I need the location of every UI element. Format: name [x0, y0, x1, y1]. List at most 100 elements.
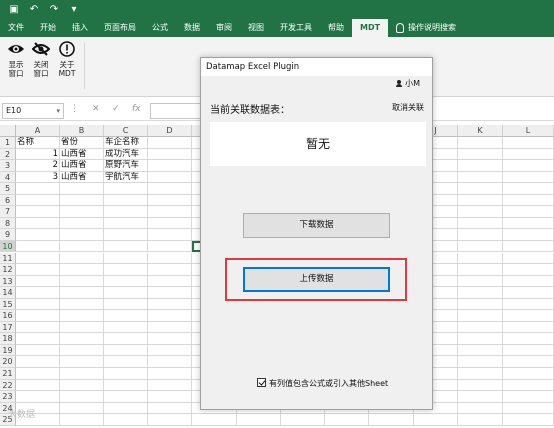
tab-help[interactable]: 帮助 [320, 19, 352, 37]
cell-l13[interactable] [503, 275, 554, 288]
cell-a3[interactable]: 2 [16, 160, 60, 172]
cell-f25[interactable] [237, 414, 281, 426]
cell-l11[interactable] [503, 252, 554, 264]
cell-b25[interactable] [60, 414, 104, 426]
cell-k16[interactable] [458, 310, 503, 322]
cell-l2[interactable] [503, 148, 554, 161]
cell-d4[interactable] [148, 171, 192, 184]
cell-h25[interactable] [325, 414, 369, 426]
cell-b21[interactable] [60, 368, 104, 380]
cell-d3[interactable] [148, 160, 192, 172]
cell-d25[interactable] [148, 414, 192, 426]
tab-view[interactable]: 视图 [240, 19, 272, 37]
cell-a10[interactable] [16, 240, 60, 253]
cell-d19[interactable] [148, 344, 192, 357]
cell-l9[interactable] [503, 229, 554, 241]
cell-c13[interactable] [104, 275, 148, 288]
cell-c6[interactable] [104, 194, 148, 207]
row-header-11[interactable]: 11 [0, 252, 16, 264]
cell-b15[interactable] [60, 298, 104, 311]
cell-k19[interactable] [458, 344, 503, 357]
tab-developer[interactable]: 开发工具 [272, 19, 320, 37]
cell-a13[interactable] [16, 275, 60, 288]
tab-insert[interactable]: 插入 [64, 19, 96, 37]
cell-d6[interactable] [148, 194, 192, 207]
cell-d15[interactable] [148, 298, 192, 311]
cell-a18[interactable] [16, 333, 60, 345]
cell-l5[interactable] [503, 183, 554, 195]
column-header-c[interactable]: C [104, 125, 148, 137]
cell-c5[interactable] [104, 183, 148, 195]
row-header-6[interactable]: 6 [0, 194, 16, 207]
cell-a21[interactable] [16, 368, 60, 380]
row-header-19[interactable]: 19 [0, 344, 16, 357]
cell-k6[interactable] [458, 194, 503, 207]
cell-l4[interactable] [503, 171, 554, 184]
cell-k22[interactable] [458, 379, 503, 392]
cell-c8[interactable] [104, 217, 148, 230]
redo-icon[interactable]: ↷ [46, 3, 62, 17]
cell-b20[interactable] [60, 356, 104, 368]
cell-c21[interactable] [104, 368, 148, 380]
cell-k14[interactable] [458, 287, 503, 299]
cell-c9[interactable] [104, 229, 148, 241]
cell-a15[interactable] [16, 298, 60, 311]
row-header-21[interactable]: 21 [0, 368, 16, 380]
cell-b9[interactable] [60, 229, 104, 241]
cell-c1[interactable]: 车企名称 [104, 137, 148, 149]
cell-k24[interactable] [458, 402, 503, 415]
cell-c25[interactable] [104, 414, 148, 426]
cell-i25[interactable] [369, 414, 414, 426]
cell-d12[interactable] [148, 264, 192, 276]
cell-a20[interactable] [16, 356, 60, 368]
cell-a5[interactable] [16, 183, 60, 195]
cell-d13[interactable] [148, 275, 192, 288]
cell-c22[interactable] [104, 379, 148, 392]
row-header-3[interactable]: 3 [0, 160, 16, 172]
row-header-9[interactable]: 9 [0, 229, 16, 241]
cell-d22[interactable] [148, 379, 192, 392]
user-indicator[interactable]: 小M [396, 78, 420, 89]
cell-b11[interactable] [60, 252, 104, 264]
cell-c19[interactable] [104, 344, 148, 357]
column-header-a[interactable]: A [16, 125, 60, 137]
cell-k5[interactable] [458, 183, 503, 195]
cell-d5[interactable] [148, 183, 192, 195]
cell-a22[interactable] [16, 379, 60, 392]
cell-k18[interactable] [458, 333, 503, 345]
cell-a19[interactable] [16, 344, 60, 357]
cell-l10[interactable] [503, 240, 554, 253]
row-header-14[interactable]: 14 [0, 287, 16, 299]
cell-b8[interactable] [60, 217, 104, 230]
tab-file[interactable]: 文件 [0, 19, 32, 37]
close-window-button[interactable]: 关闭 窗口 [28, 41, 54, 78]
cell-k15[interactable] [458, 298, 503, 311]
cell-k1[interactable] [458, 137, 503, 149]
tab-review[interactable]: 审阅 [208, 19, 240, 37]
cell-k23[interactable] [458, 391, 503, 403]
cell-d2[interactable] [148, 148, 192, 161]
cell-l17[interactable] [503, 321, 554, 334]
cell-c7[interactable] [104, 206, 148, 218]
cell-l14[interactable] [503, 287, 554, 299]
cell-c14[interactable] [104, 287, 148, 299]
cell-c4[interactable]: 宇航汽车 [104, 171, 148, 184]
cell-c2[interactable]: 成功汽车 [104, 148, 148, 161]
cell-k21[interactable] [458, 368, 503, 380]
row-header-4[interactable]: 4 [0, 171, 16, 184]
cell-k4[interactable] [458, 171, 503, 184]
tell-me-search[interactable]: 操作说明搜索 [388, 19, 464, 37]
about-mdt-button[interactable]: 关于 MDT [54, 41, 80, 78]
column-header-b[interactable]: B [60, 125, 104, 137]
row-header-10[interactable]: 10 [0, 240, 16, 253]
cell-l22[interactable] [503, 379, 554, 392]
row-header-12[interactable]: 12 [0, 264, 16, 276]
cell-k20[interactable] [458, 356, 503, 368]
cell-b6[interactable] [60, 194, 104, 207]
cell-b24[interactable] [60, 402, 104, 415]
cell-c24[interactable] [104, 402, 148, 415]
cell-b18[interactable] [60, 333, 104, 345]
cell-e25[interactable] [192, 414, 237, 426]
row-header-20[interactable]: 20 [0, 356, 16, 368]
cell-a6[interactable] [16, 194, 60, 207]
